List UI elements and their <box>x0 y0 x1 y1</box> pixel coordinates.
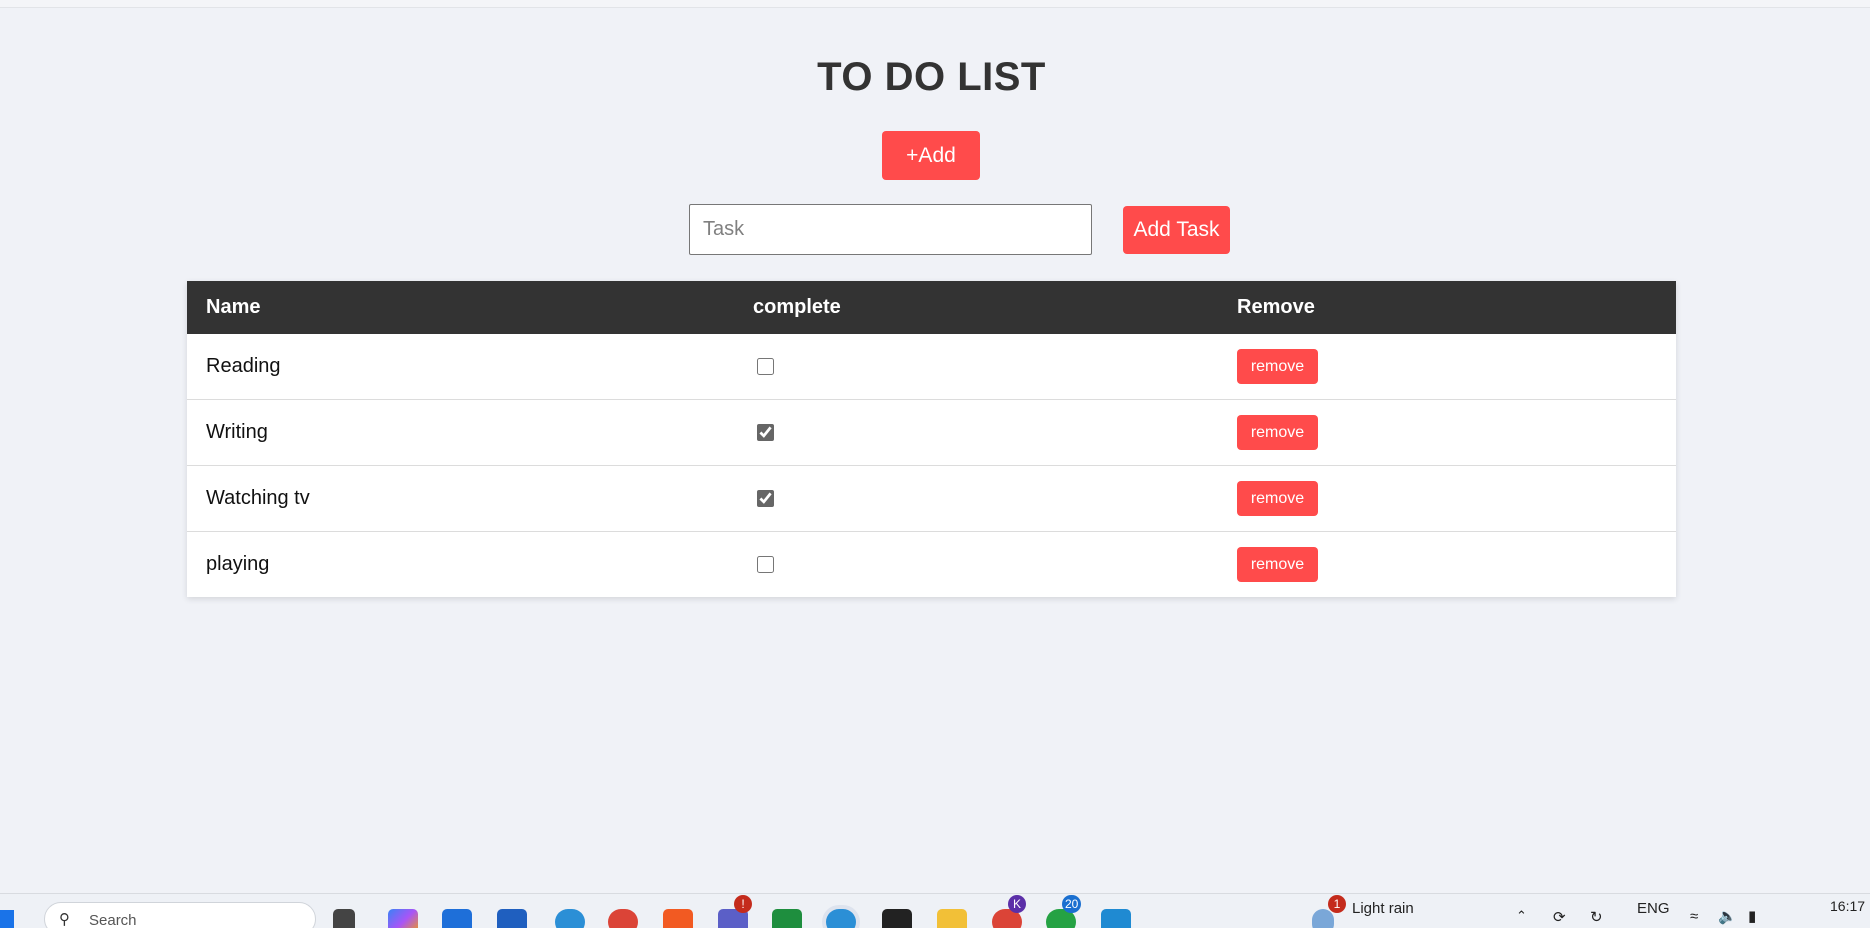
remove-cell: remove <box>1218 531 1676 597</box>
add-toggle-button[interactable]: +Add <box>882 131 980 180</box>
table-row: playing remove <box>187 531 1676 597</box>
language-indicator[interactable]: ENG <box>1637 900 1670 917</box>
todo-table: Name complete Remove Reading remove Writ… <box>187 281 1676 597</box>
complete-checkbox[interactable] <box>757 490 774 508</box>
phone-link-icon[interactable] <box>442 909 472 928</box>
battery-icon[interactable]: ▮ <box>1748 907 1756 925</box>
whatsapp-badge: 20 <box>1062 895 1082 913</box>
add-task-button[interactable]: Add Task <box>1123 206 1230 254</box>
complete-cell <box>734 465 1218 532</box>
task-name: playing <box>187 531 734 597</box>
search-icon: ⚲ <box>59 911 70 928</box>
task-view-icon[interactable] <box>333 909 355 928</box>
task-input[interactable] <box>689 204 1092 255</box>
complete-cell <box>734 334 1218 400</box>
windows-start-icon[interactable] <box>0 910 14 928</box>
refresh-icon[interactable]: ↻ <box>1590 908 1603 926</box>
taskbar-search[interactable]: ⚲ Search <box>44 902 316 928</box>
complete-cell <box>734 399 1218 466</box>
taskbar: ⚲ Search ! K 20 1 Light rain ⌃ ⟳ ↻ ENG ≈… <box>0 893 1870 928</box>
header-name: Name <box>187 281 734 334</box>
brave-icon[interactable] <box>663 909 693 928</box>
copilot-icon[interactable] <box>388 909 418 928</box>
header-complete: complete <box>734 281 1218 334</box>
teams-alert-badge: ! <box>734 895 752 913</box>
task-name: Reading <box>206 355 281 377</box>
remove-button[interactable]: remove <box>1237 547 1318 582</box>
sync-icon[interactable]: ⟳ <box>1553 908 1566 926</box>
edge-icon[interactable] <box>555 909 585 928</box>
complete-checkbox[interactable] <box>757 556 774 574</box>
chrome-icon[interactable] <box>608 909 638 928</box>
wifi-icon[interactable]: ≈ <box>1690 908 1698 925</box>
remove-cell: remove <box>1218 465 1676 532</box>
store-icon[interactable] <box>497 909 527 928</box>
complete-checkbox[interactable] <box>757 358 774 376</box>
table-row: Reading remove <box>187 334 1676 400</box>
file-explorer-icon[interactable] <box>937 909 967 928</box>
classroom-icon[interactable] <box>772 909 802 928</box>
header-remove: Remove <box>1218 281 1676 334</box>
remove-cell: remove <box>1218 399 1676 466</box>
table-header-row: Name complete Remove <box>187 281 1676 334</box>
chrome-profile-badge: K <box>1008 895 1026 913</box>
clock[interactable]: 16:17 <box>1830 898 1865 914</box>
taskbar-search-placeholder: Search <box>89 912 137 928</box>
weather-text[interactable]: Light rain <box>1352 900 1414 917</box>
volume-icon[interactable]: 🔈 <box>1718 907 1737 925</box>
table-row: Watching tv remove <box>187 465 1676 532</box>
complete-cell <box>734 531 1218 597</box>
task-name: Writing <box>187 399 734 466</box>
remove-button[interactable]: remove <box>1237 349 1318 384</box>
terminal-icon[interactable] <box>882 909 912 928</box>
chevron-up-icon[interactable]: ⌃ <box>1516 908 1527 924</box>
remove-button[interactable]: remove <box>1237 415 1318 450</box>
browser-top-edge <box>0 0 1870 8</box>
edge-active-icon[interactable] <box>826 909 856 928</box>
page-title: TO DO LIST <box>817 55 1046 99</box>
task-name: Watching tv <box>187 465 734 532</box>
weather-icon[interactable] <box>1312 909 1334 928</box>
remove-button[interactable]: remove <box>1237 481 1318 516</box>
table-row: Writing remove <box>187 399 1676 466</box>
vscode-icon[interactable] <box>1101 909 1131 928</box>
weather-badge: 1 <box>1328 895 1346 913</box>
complete-checkbox[interactable] <box>757 424 774 442</box>
remove-cell: remove <box>1218 334 1676 400</box>
